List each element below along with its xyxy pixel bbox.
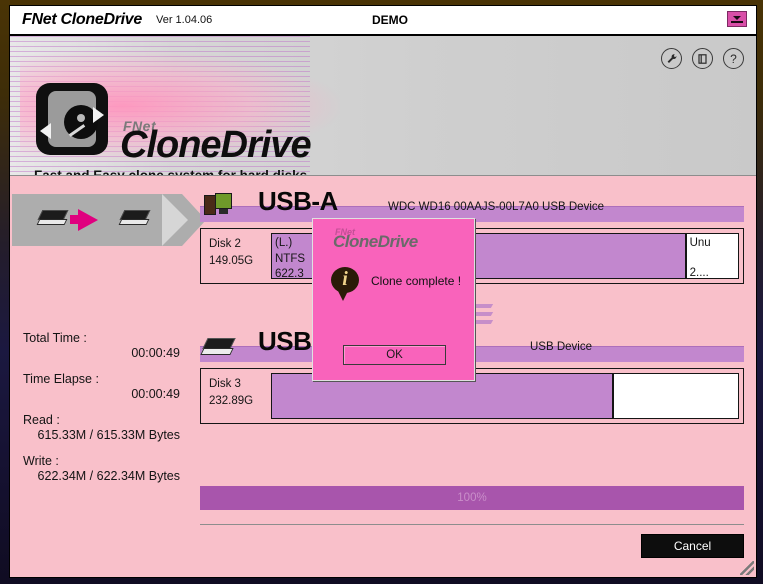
- minimize-button[interactable]: [727, 11, 747, 27]
- title-bar: FNet CloneDrive Ver 1.04.06 DEMO: [10, 6, 756, 36]
- partition-size: 2....: [689, 266, 709, 279]
- resize-grip[interactable]: [740, 561, 754, 575]
- total-time-label: Total Time :: [23, 331, 87, 345]
- toolbar-icons: ?: [661, 48, 744, 69]
- logo-inner-plate: [48, 91, 98, 147]
- disk-identity: Disk 2 149.05G: [205, 233, 271, 279]
- logo-arrow-left-icon: [40, 123, 51, 139]
- read-value: 615.33M / 615.33M Bytes: [37, 428, 180, 442]
- partition-segment-unused[interactable]: [612, 373, 739, 419]
- disk-size: 232.89G: [209, 394, 254, 407]
- progress-percent-label: 100%: [457, 492, 487, 504]
- clone-complete-dialog: FNet CloneDrive Clone complete ! OK: [312, 218, 475, 381]
- read-label: Read :: [23, 413, 60, 427]
- logo-arrow-right-icon: [93, 107, 104, 123]
- time-elapse-label: Time Elapse :: [23, 372, 99, 386]
- brand-name: CloneDrive: [120, 124, 312, 166]
- status-sidebar: Total Time : 00:00:49 Time Elapse : 00:0…: [10, 176, 206, 577]
- time-elapse-value: 00:00:49: [131, 387, 180, 401]
- clonedrive-logo-icon: [36, 83, 108, 155]
- help-question-icon[interactable]: ?: [723, 48, 744, 69]
- info-icon: [331, 267, 359, 301]
- computer-icon: [204, 193, 234, 219]
- chevron-down-icon: [733, 15, 741, 20]
- app-title: FNet CloneDrive: [22, 11, 142, 28]
- disk-group-title: USB-A: [258, 186, 338, 216]
- statistics-panel: Total Time : 00:00:49 Time Elapse : 00:0…: [10, 331, 192, 495]
- window-inner-frame: FNet CloneDrive Ver 1.04.06 DEMO FNet Cl: [9, 5, 757, 578]
- footer-divider: [200, 524, 744, 525]
- manual-book-icon[interactable]: [692, 48, 713, 69]
- write-value: 622.34M / 622.34M Bytes: [37, 469, 180, 483]
- settings-wrench-icon[interactable]: [661, 48, 682, 69]
- total-time-value: 00:00:49: [131, 346, 180, 360]
- flow-chevron-decoration: [162, 194, 188, 246]
- dialog-message: Clone complete !: [371, 274, 462, 288]
- cancel-button[interactable]: Cancel: [641, 534, 744, 558]
- disk-size: 149.05G: [209, 254, 254, 267]
- partition-segment-unused[interactable]: Unu 2....: [685, 233, 739, 279]
- write-label: Write :: [23, 454, 59, 468]
- dialog-brand-name: CloneDrive: [333, 232, 418, 251]
- disk-group-model: WDC WD16 00AAJS-00L7A0 USB Device: [388, 201, 605, 213]
- flow-arrow-icon: [78, 209, 98, 231]
- minimize-bar-icon: [731, 20, 743, 23]
- dialog-ok-button[interactable]: OK: [343, 345, 446, 365]
- app-version: Ver 1.04.06: [155, 14, 213, 26]
- brand-tagline: Fast and Easy clone system for hard disk…: [34, 168, 308, 176]
- partition-letter: Unu: [689, 237, 711, 249]
- disk-name: Disk 2: [209, 238, 241, 250]
- disk-identity: Disk 3 232.89G: [205, 373, 271, 419]
- clone-flow-banner: [12, 194, 206, 246]
- disk-group-model: USB Device: [530, 341, 592, 353]
- brand-banner: FNet CloneDrive Fast and Easy clone syst…: [10, 36, 756, 176]
- disk-name: Disk 3: [209, 378, 241, 390]
- demo-badge: DEMO: [372, 13, 408, 27]
- hard-disk-icon: [200, 338, 236, 358]
- application-window: FNet CloneDrive Ver 1.04.06 DEMO FNet Cl: [0, 0, 763, 584]
- target-disk-icon: [118, 210, 151, 228]
- progress-bar: 100%: [200, 486, 744, 510]
- source-disk-icon: [36, 210, 69, 228]
